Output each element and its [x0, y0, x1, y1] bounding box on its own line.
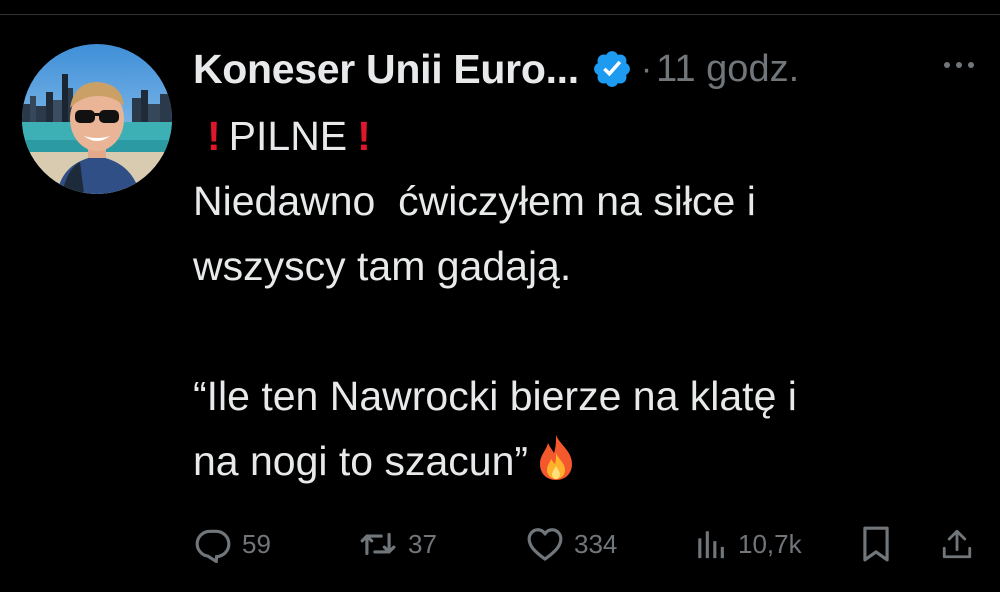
exclamation-icon: ! — [357, 113, 371, 159]
fire-icon — [534, 433, 578, 481]
reply-count: 59 — [242, 528, 271, 559]
avatar[interactable] — [22, 44, 172, 194]
verified-badge-icon[interactable] — [591, 48, 633, 90]
tweet-line-2: Niedawno ćwiczyłem na siłce i — [193, 178, 756, 224]
share-icon — [942, 529, 972, 559]
retweet-count: 37 — [408, 528, 437, 559]
bookmark-button[interactable] — [860, 520, 892, 568]
header-separator: · — [640, 49, 653, 88]
share-button[interactable] — [940, 520, 974, 568]
like-button[interactable]: 334 — [526, 520, 617, 568]
reply-button[interactable]: 59 — [194, 520, 271, 568]
heart-icon — [527, 528, 563, 561]
reply-icon — [195, 529, 231, 563]
more-options-icon[interactable] — [941, 55, 977, 75]
tweet-line-5-text: na nogi to szacun” — [193, 438, 529, 484]
views-button[interactable]: 10,7k — [694, 520, 802, 568]
action-bar: 59 37 334 10,7k — [190, 520, 980, 568]
tweet-line-1-text: PILNE — [228, 113, 348, 159]
display-name[interactable]: Koneser Unii Euro... — [193, 46, 579, 93]
retweet-icon — [360, 532, 396, 556]
tweet-line-3: wszyscy tam gadają. — [193, 243, 572, 289]
tweet-line-5: na nogi to szacun” — [193, 429, 953, 494]
like-count: 334 — [574, 528, 618, 559]
exclamation-icon: ! — [207, 113, 221, 159]
views-icon — [698, 531, 724, 559]
post-time[interactable]: 11 godz. — [656, 48, 799, 91]
top-divider — [0, 14, 1000, 15]
tweet-header: Koneser Unii Euro... · 11 godz. — [193, 44, 799, 94]
views-count: 10,7k — [738, 528, 802, 559]
tweet-text: ! PILNE! Niedawno ćwiczyłem na siłce i ws… — [193, 104, 953, 494]
retweet-button[interactable]: 37 — [358, 520, 437, 568]
tweet-line-4: “Ile ten Nawrocki bierze na klatę i — [193, 373, 797, 419]
bookmark-icon — [863, 526, 889, 562]
tweet-line-1: ! PILNE! — [193, 104, 953, 169]
